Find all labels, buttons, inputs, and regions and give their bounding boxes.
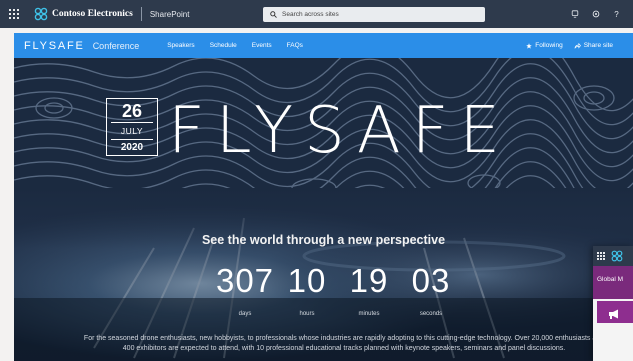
countdown-hours: 10 hours [276,262,338,318]
suite-divider [140,7,142,21]
hero-banner: 26 JULY 2020 FLYSAFE See the world throu… [14,58,633,361]
share-site-button[interactable]: Share site [574,42,613,49]
site-header: FLYSAFE Conference Speakers Schedule Eve… [14,33,633,58]
countdown-label: hours [299,311,315,317]
event-day: 26 [121,101,143,121]
event-date-badge: 26 JULY 2020 [106,98,158,156]
site-actions: Following Share site [515,33,613,58]
countdown-label: minutes [358,311,380,317]
overlapping-window[interactable]: Global M [593,246,633,361]
org-name: Contoso Electronics [52,9,133,19]
countdown-value: 03 [411,262,451,299]
nav-speakers[interactable]: Speakers [167,42,194,49]
countdown-label: seconds [419,311,443,317]
suite-bar: Contoso Electronics SharePoint Search ac… [0,0,633,28]
countdown-value: 19 [349,262,389,299]
hero-description-line: 400 exhibitors are expected to attend, w… [122,345,566,352]
overlapping-content [593,299,633,361]
following-label: Following [535,42,563,49]
site-logo[interactable]: FLYSAFE [24,40,85,52]
countdown-label: days [238,311,252,317]
nav-faqs[interactable]: FAQs [287,42,303,49]
countdown-timer: 307 days 10 hours 19 minutes 03 seconds [214,262,462,318]
following-button[interactable]: Following [526,42,563,49]
settings-icon[interactable] [585,0,606,28]
waffle-icon[interactable] [0,0,28,28]
hero-description: For the seasoned drone enthusiasts, new … [64,334,624,354]
countdown-minutes: 19 minutes [338,262,400,318]
countdown-value: 10 [287,262,327,299]
contoso-logo [34,7,48,21]
site-nav: Speakers Schedule Events FAQs [167,42,318,49]
search-placeholder: Search across sites [282,11,339,18]
hero-logo: FLYSAFE [168,94,511,168]
share-icon [574,42,581,49]
overlapping-suite-bar [593,246,633,266]
org-brand[interactable]: Contoso Electronics [34,7,133,21]
share-site-label: Share site [583,42,613,49]
hero-tagline: See the world through a new perspective [201,233,446,247]
waffle-icon [597,252,605,260]
app-name-link[interactable]: SharePoint [150,10,190,19]
site-name[interactable]: Conference [93,41,140,51]
countdown-seconds: 03 seconds [400,262,462,318]
search-box[interactable]: Search across sites [263,7,485,22]
event-year: 2020 [120,142,144,153]
event-month: JULY [111,122,153,140]
help-icon[interactable]: ? [606,0,627,28]
nav-events[interactable]: Events [252,42,272,49]
sharepoint-page: Contoso Electronics SharePoint Search ac… [0,0,633,361]
news-tile[interactable] [597,301,633,323]
suite-actions: ? [564,0,627,28]
countdown-value: 307 [215,262,275,299]
star-icon [526,42,533,49]
search-icon [270,11,277,18]
contoso-logo [611,250,623,262]
overlapping-site-header: Global M [593,266,633,299]
hero-description-line: For the seasoned drone enthusiasts, new … [83,335,605,342]
megaphone-icon [609,309,618,319]
chat-icon[interactable] [564,0,585,28]
nav-schedule[interactable]: Schedule [210,42,237,49]
countdown-days: 307 days [214,262,276,318]
